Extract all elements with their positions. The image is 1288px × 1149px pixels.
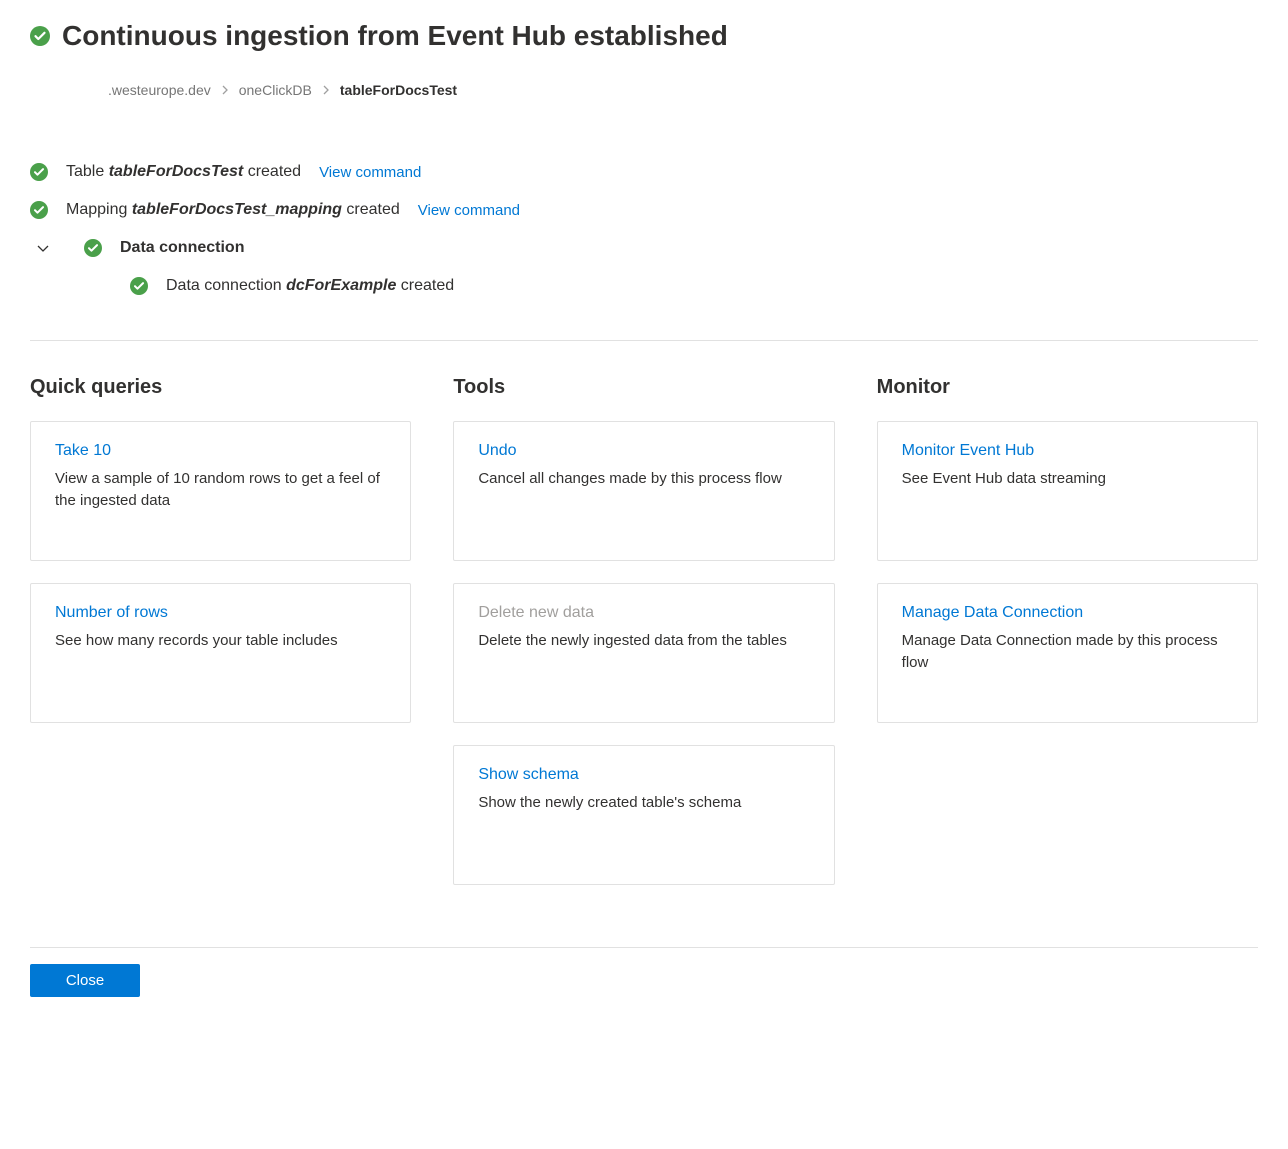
- page-header: Continuous ingestion from Event Hub esta…: [30, 20, 1258, 52]
- chevron-down-icon[interactable]: [30, 241, 56, 255]
- status-text: Data connection: [120, 239, 244, 257]
- status-text: Data connection dcForExample created: [166, 277, 454, 295]
- success-check-icon: [30, 201, 48, 219]
- success-check-icon: [130, 277, 148, 295]
- view-command-link[interactable]: View command: [319, 164, 421, 181]
- card-title: Undo: [478, 442, 809, 460]
- monitor-column: Monitor Monitor Event Hub See Event Hub …: [877, 376, 1258, 745]
- card-desc: Show the newly created table's schema: [478, 792, 809, 814]
- status-text: Mapping tableForDocsTest_mapping created: [66, 201, 400, 219]
- card-take-10[interactable]: Take 10 View a sample of 10 random rows …: [30, 421, 411, 561]
- chevron-right-icon: [322, 82, 330, 98]
- card-manage-data-connection[interactable]: Manage Data Connection Manage Data Conne…: [877, 583, 1258, 723]
- footer: Close: [30, 947, 1258, 997]
- card-title: Take 10: [55, 442, 386, 460]
- breadcrumb-database[interactable]: oneClickDB: [239, 82, 312, 98]
- card-delete-new-data[interactable]: Delete new data Delete the newly ingeste…: [453, 583, 834, 723]
- card-undo[interactable]: Undo Cancel all changes made by this pro…: [453, 421, 834, 561]
- card-title: Show schema: [478, 766, 809, 784]
- card-title: Monitor Event Hub: [902, 442, 1233, 460]
- divider: [30, 340, 1258, 341]
- quick-queries-column: Quick queries Take 10 View a sample of 1…: [30, 376, 411, 745]
- status-text: Table tableForDocsTest created: [66, 163, 301, 181]
- status-list: Table tableForDocsTest created View comm…: [30, 153, 1258, 310]
- success-check-icon: [84, 239, 102, 257]
- card-desc: See Event Hub data streaming: [902, 468, 1233, 490]
- page-title: Continuous ingestion from Event Hub esta…: [62, 20, 728, 52]
- tools-column: Tools Undo Cancel all changes made by th…: [453, 376, 834, 907]
- status-data-connection: Data connection: [30, 229, 1258, 267]
- chevron-right-icon: [221, 82, 229, 98]
- card-show-schema[interactable]: Show schema Show the newly created table…: [453, 745, 834, 885]
- status-mapping-created: Mapping tableForDocsTest_mapping created…: [30, 191, 1258, 229]
- card-number-of-rows[interactable]: Number of rows See how many records your…: [30, 583, 411, 723]
- card-title: Number of rows: [55, 604, 386, 622]
- close-button[interactable]: Close: [30, 964, 140, 997]
- card-title: Delete new data: [478, 604, 809, 622]
- breadcrumb-cluster[interactable]: .westeurope.dev: [108, 82, 211, 98]
- card-title: Manage Data Connection: [902, 604, 1233, 622]
- success-check-icon: [30, 26, 50, 46]
- card-desc: View a sample of 10 random rows to get a…: [55, 468, 386, 512]
- card-monitor-event-hub[interactable]: Monitor Event Hub See Event Hub data str…: [877, 421, 1258, 561]
- status-table-created: Table tableForDocsTest created View comm…: [30, 153, 1258, 191]
- card-desc: Delete the newly ingested data from the …: [478, 630, 809, 652]
- success-check-icon: [30, 163, 48, 181]
- card-desc: See how many records your table includes: [55, 630, 386, 652]
- breadcrumb-table: tableForDocsTest: [340, 82, 457, 98]
- action-columns: Quick queries Take 10 View a sample of 1…: [30, 376, 1258, 907]
- breadcrumb: .westeurope.dev oneClickDB tableForDocsT…: [108, 82, 1258, 98]
- view-command-link[interactable]: View command: [418, 202, 520, 219]
- column-title: Quick queries: [30, 376, 411, 399]
- column-title: Tools: [453, 376, 834, 399]
- status-data-connection-child: Data connection dcForExample created: [30, 267, 1258, 310]
- column-title: Monitor: [877, 376, 1258, 399]
- card-desc: Manage Data Connection made by this proc…: [902, 630, 1233, 674]
- card-desc: Cancel all changes made by this process …: [478, 468, 809, 490]
